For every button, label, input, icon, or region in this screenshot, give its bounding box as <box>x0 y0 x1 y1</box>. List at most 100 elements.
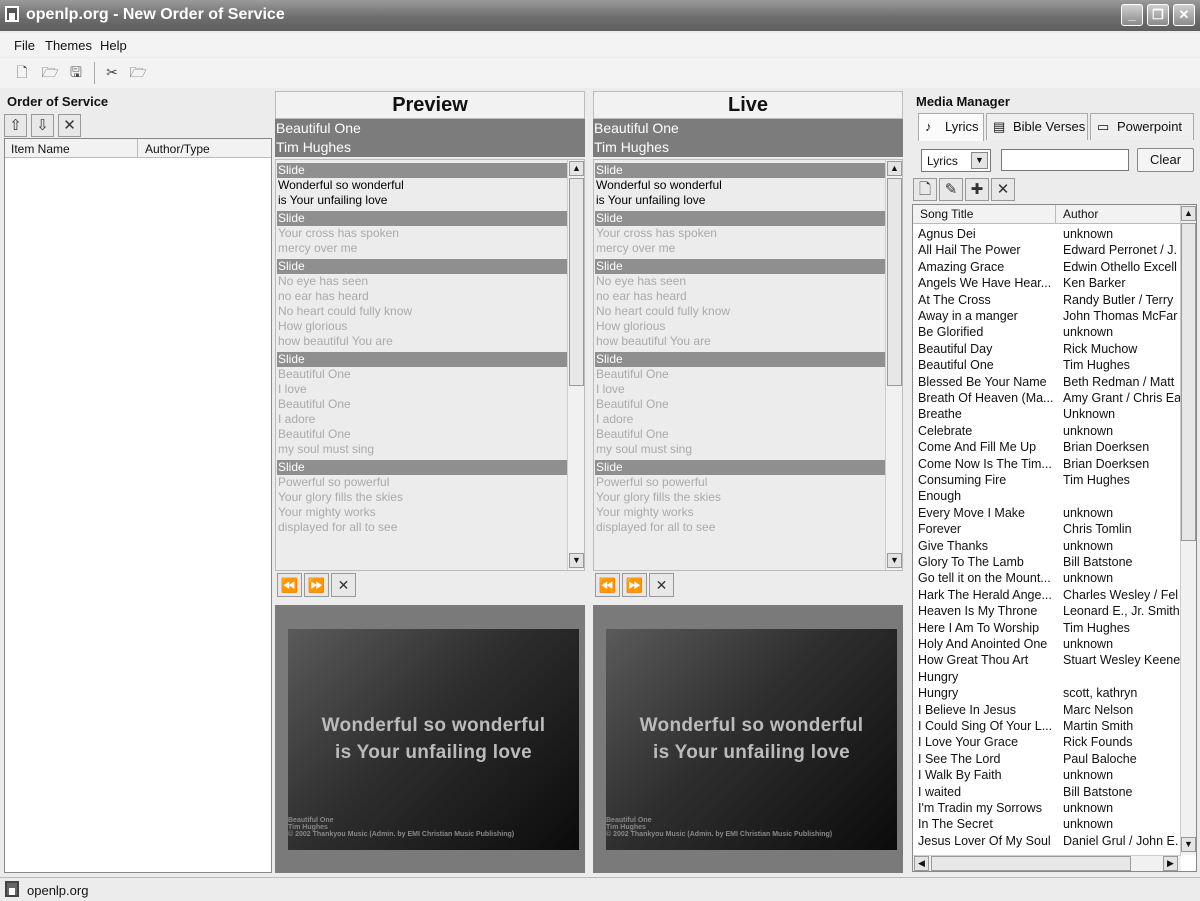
close-live-icon[interactable]: ✕ <box>649 573 674 597</box>
song-list-scrollbar[interactable]: ▲ ▼ <box>1180 205 1196 855</box>
menu-themes[interactable]: Themes <box>45 38 92 53</box>
col-item-name[interactable]: Item Name <box>11 142 70 156</box>
save-icon[interactable]: 🖫 <box>67 64 85 81</box>
song-row[interactable]: Hungry scott, kathryn <box>913 685 1181 701</box>
previous-slide-icon[interactable]: ⏪ <box>595 573 620 597</box>
preview-slide-list[interactable]: Slide Wonderful so wonderful is Your unfai… <box>275 159 585 571</box>
song-row[interactable]: Breath Of Heaven (Ma... Amy Grant / Chris… <box>913 390 1181 406</box>
close-button[interactable]: ✕ <box>1173 4 1195 26</box>
song-list-hscrollbar[interactable]: ◀ ▶ <box>913 855 1181 871</box>
song-row[interactable]: Blessed Be Your Name Beth Redman / Matt <box>913 374 1181 390</box>
song-row[interactable]: I Walk By Faith unknown <box>913 767 1181 783</box>
new-file-icon[interactable]: 🗋 <box>13 64 31 81</box>
song-row[interactable]: Come And Fill Me Up Brian Doerksen <box>913 439 1181 455</box>
scroll-up-icon[interactable]: ▲ <box>1181 206 1196 221</box>
order-list[interactable]: Item Name Author/Type <box>4 138 272 873</box>
song-row[interactable]: Agnus Dei unknown <box>913 226 1181 242</box>
song-row[interactable]: All Hail The Power Edward Perronet / J. <box>913 242 1181 258</box>
slide-item[interactable]: Slide Wonderful so wonderful is Your unfai… <box>277 163 567 208</box>
song-row[interactable]: Heaven Is My Throne Leonard E., Jr. Smith <box>913 603 1181 619</box>
col-author-type[interactable]: Author/Type <box>145 142 210 156</box>
song-row[interactable]: Angels We Have Hear... Ken Barker <box>913 275 1181 291</box>
menu-file[interactable]: File <box>14 38 35 53</box>
search-input[interactable] <box>1001 149 1129 171</box>
maximize-button[interactable]: ❐ <box>1147 4 1169 26</box>
live-slide-list[interactable]: Slide Wonderful so wonderful is Your unfai… <box>593 159 903 571</box>
menu-help[interactable]: Help <box>100 38 127 53</box>
song-row[interactable]: Beautiful One Tim Hughes <box>913 357 1181 373</box>
open-folder-icon[interactable]: 🗁 <box>41 64 59 81</box>
scroll-thumb[interactable] <box>887 178 902 386</box>
minimize-button[interactable]: _ <box>1121 4 1143 26</box>
song-row[interactable]: I waited Bill Batstone <box>913 784 1181 800</box>
slide-list-scrollbar[interactable]: ▲ ▼ <box>567 160 584 570</box>
song-row[interactable]: Give Thanks unknown <box>913 538 1181 554</box>
slide-item[interactable]: Slide Beautiful One I love Beautiful One I a… <box>595 352 885 457</box>
crop-icon[interactable]: ✂ <box>103 64 121 81</box>
scroll-up-icon[interactable]: ▲ <box>569 161 584 176</box>
song-row[interactable]: Celebrate unknown <box>913 423 1181 439</box>
song-row[interactable]: Here I Am To Worship Tim Hughes <box>913 620 1181 636</box>
song-row[interactable]: I Could Sing Of Your L... Martin Smith <box>913 718 1181 734</box>
next-slide-icon[interactable]: ⏩ <box>304 573 329 597</box>
song-row[interactable]: In The Secret unknown <box>913 816 1181 832</box>
song-row[interactable]: Away in a manger John Thomas McFar <box>913 308 1181 324</box>
hscroll-thumb[interactable] <box>931 856 1131 871</box>
close-preview-icon[interactable]: ✕ <box>331 573 356 597</box>
next-slide-icon[interactable]: ⏩ <box>622 573 647 597</box>
clear-button[interactable]: Clear <box>1137 148 1194 172</box>
slide-item[interactable]: Slide Powerful so powerful Your glory fill… <box>595 460 885 535</box>
song-row[interactable]: I Believe In Jesus Marc Nelson <box>913 702 1181 718</box>
slide-item[interactable]: Slide Powerful so powerful Your glory fill… <box>277 460 567 535</box>
remove-icon[interactable]: ✕ <box>58 114 81 137</box>
chevron-down-icon[interactable]: ▼ <box>971 152 988 169</box>
move-down-icon[interactable]: ⇩ <box>31 114 54 137</box>
song-row[interactable]: How Great Thou Art Stuart Wesley Keene <box>913 652 1181 668</box>
scroll-left-icon[interactable]: ◀ <box>914 856 929 871</box>
scroll-down-icon[interactable]: ▼ <box>887 553 902 568</box>
song-row[interactable]: Be Glorified unknown <box>913 324 1181 340</box>
slide-item[interactable]: Slide Your cross has spoken mercy over me <box>595 211 885 256</box>
song-row[interactable]: Forever Chris Tomlin <box>913 521 1181 537</box>
song-row[interactable]: Holy And Anointed One unknown <box>913 636 1181 652</box>
import-icon[interactable]: 🗁 <box>129 64 147 81</box>
slide-item[interactable]: Slide No eye has seen no ear has heard No h… <box>277 259 567 349</box>
song-row[interactable]: Hark The Herald Ange... Charles Wesley / … <box>913 587 1181 603</box>
song-list[interactable]: Song Title Author Agnus Dei unknown All Ha… <box>912 204 1197 872</box>
song-row[interactable]: Consuming Fire Tim Hughes <box>913 472 1181 488</box>
previous-slide-icon[interactable]: ⏪ <box>277 573 302 597</box>
song-row[interactable]: At The Cross Randy Butler / Terry <box>913 292 1181 308</box>
song-row[interactable]: Every Move I Make unknown <box>913 505 1181 521</box>
song-row[interactable]: Glory To The Lamb Bill Batstone <box>913 554 1181 570</box>
song-row[interactable]: Beautiful Day Rick Muchow <box>913 341 1181 357</box>
song-row[interactable]: Hungry <box>913 669 1181 685</box>
slide-item[interactable]: Slide Your cross has spoken mercy over me <box>277 211 567 256</box>
scroll-down-icon[interactable]: ▼ <box>569 553 584 568</box>
edit-song-icon[interactable]: ✎ <box>939 178 963 201</box>
slide-list-scrollbar[interactable]: ▲ ▼ <box>885 160 902 570</box>
song-row[interactable]: I'm Tradin my Sorrows unknown <box>913 800 1181 816</box>
song-row[interactable]: Go tell it on the Mount... unknown <box>913 570 1181 586</box>
tab-bible-verses[interactable]: ▤ Bible Verses <box>986 113 1088 140</box>
song-row[interactable]: Amazing Grace Edwin Othello Excell <box>913 259 1181 275</box>
scroll-thumb[interactable] <box>1181 223 1196 541</box>
scroll-right-icon[interactable]: ▶ <box>1163 856 1178 871</box>
new-song-icon[interactable]: 🗋 <box>913 178 937 201</box>
scroll-up-icon[interactable]: ▲ <box>887 161 902 176</box>
song-row[interactable]: I Love Your Grace Rick Founds <box>913 734 1181 750</box>
slide-item[interactable]: Slide Beautiful One I love Beautiful One I a… <box>277 352 567 457</box>
delete-song-icon[interactable]: ✕ <box>991 178 1015 201</box>
slide-item[interactable]: Slide No eye has seen no ear has heard No h… <box>595 259 885 349</box>
scroll-thumb[interactable] <box>569 178 584 386</box>
song-row[interactable]: Enough <box>913 488 1181 504</box>
tab-lyrics[interactable]: ♪ Lyrics <box>918 113 984 141</box>
type-select[interactable]: Lyrics ▼ <box>921 149 991 172</box>
tab-powerpoint[interactable]: ▭ Powerpoint <box>1090 113 1194 140</box>
scroll-down-icon[interactable]: ▼ <box>1181 837 1196 852</box>
song-row[interactable]: Breathe Unknown <box>913 406 1181 422</box>
slide-item[interactable]: Slide Wonderful so wonderful is Your unfai… <box>595 163 885 208</box>
song-row[interactable]: Come Now Is The Tim... Brian Doerksen <box>913 456 1181 472</box>
move-up-icon[interactable]: ⇧ <box>4 114 27 137</box>
song-row[interactable]: I See The Lord Paul Baloche <box>913 751 1181 767</box>
song-row[interactable]: Jesus Lover Of My Soul Daniel Grul / John… <box>913 833 1181 849</box>
